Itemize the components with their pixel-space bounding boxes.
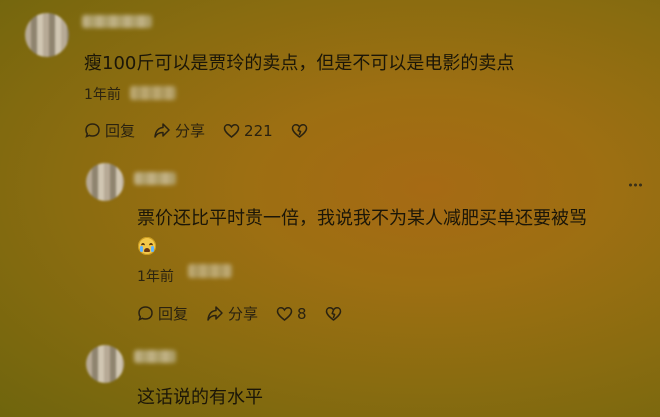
- dislike-icon: [291, 123, 307, 138]
- heart-icon: [276, 306, 293, 321]
- comment-time: 1年前: [84, 87, 121, 103]
- comment-1: 瘦100斤可以是贾玲的卖点，但是不可以是电影的卖点 1年前 回复 分享 221: [0, 0, 660, 150]
- avatar[interactable]: [25, 13, 69, 57]
- comment-actions: 回复 分享 8: [137, 303, 364, 324]
- share-label: 分享: [175, 122, 206, 140]
- comment-2: 票价还比平时贵一倍，我说我不为某人减肥买单还要被骂 1年前 回复 分享 8: [0, 150, 660, 330]
- reply-label: 回复: [105, 122, 136, 140]
- share-icon: [207, 306, 223, 321]
- like-count: 221: [244, 121, 273, 140]
- reply-button[interactable]: 回复: [84, 120, 135, 141]
- more-icon[interactable]: [628, 183, 642, 187]
- username-redacted[interactable]: [134, 350, 176, 363]
- dislike-button[interactable]: [291, 123, 312, 139]
- reply-label: 回复: [158, 305, 189, 323]
- comment-text: 瘦100斤可以是贾玲的卖点，但是不可以是电影的卖点: [84, 53, 515, 74]
- location-redacted: [188, 264, 232, 278]
- share-label: 分享: [228, 305, 259, 323]
- avatar[interactable]: [86, 163, 124, 201]
- comment-time: 1年前: [137, 269, 174, 285]
- comment-3: 这话说的有水平: [0, 335, 660, 417]
- username-redacted[interactable]: [134, 172, 176, 185]
- comment-text: 票价还比平时贵一倍，我说我不为某人减肥买单还要被骂: [137, 208, 587, 229]
- username-redacted[interactable]: [82, 15, 152, 28]
- share-icon: [154, 123, 170, 138]
- like-button[interactable]: 8: [276, 305, 307, 323]
- comment-actions: 回复 分享 221: [84, 120, 330, 141]
- avatar[interactable]: [86, 345, 124, 383]
- share-button[interactable]: 分享: [206, 303, 258, 324]
- comment-icon: [85, 123, 100, 138]
- like-button[interactable]: 221: [223, 122, 273, 140]
- heart-icon: [223, 123, 240, 138]
- crying-face-emoji: [138, 237, 156, 255]
- share-button[interactable]: 分享: [153, 120, 205, 141]
- dislike-button[interactable]: [325, 306, 346, 322]
- comment-icon: [138, 306, 153, 321]
- reply-button[interactable]: 回复: [137, 303, 188, 324]
- dislike-icon: [325, 306, 341, 321]
- like-count: 8: [297, 304, 307, 323]
- comment-text: 这话说的有水平: [137, 387, 263, 408]
- location-redacted: [130, 86, 176, 100]
